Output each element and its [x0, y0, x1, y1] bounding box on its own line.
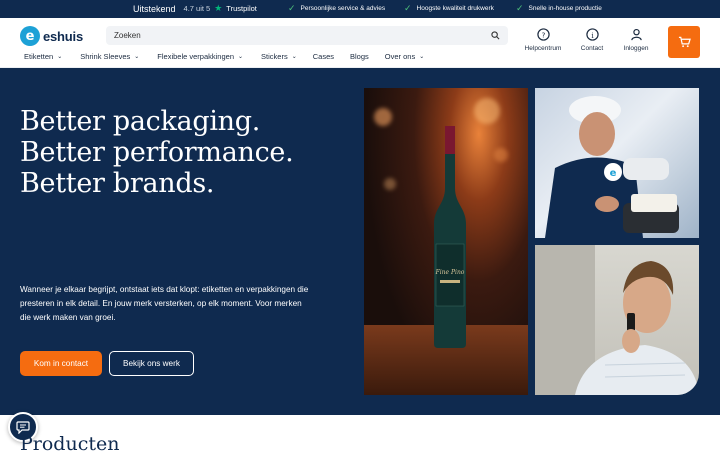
- rating-label: Uitstekend: [133, 3, 176, 14]
- nav-item-stickers[interactable]: Stickers ⌄: [261, 52, 297, 61]
- help-icon: ?: [536, 28, 550, 41]
- section-title: Producten: [20, 433, 120, 455]
- nav-item-etiketten[interactable]: Etiketten ⌄: [24, 52, 62, 61]
- search-bar: [106, 26, 508, 45]
- info-icon: i: [585, 28, 599, 41]
- contact-button[interactable]: Kom in contact: [20, 351, 102, 376]
- chevron-down-icon: ⌄: [291, 54, 297, 60]
- cart-icon: [678, 36, 691, 48]
- user-icon: [630, 28, 642, 41]
- nav-item-flexibele-verpakkingen[interactable]: Flexibele verpakkingen ⌄: [157, 52, 243, 61]
- usp-item: ✓ Hoogste kwaliteit drukwerk: [404, 3, 494, 13]
- rating-score: 4.7 uit 5: [183, 4, 211, 13]
- nav-item-blogs[interactable]: Blogs: [350, 52, 369, 61]
- chevron-down-icon: ⌄: [57, 54, 63, 60]
- svg-text:?: ?: [541, 30, 545, 39]
- top-bar: Uitstekend 4.7 uit 5 ★ Trustpilot ✓ Pers…: [0, 0, 720, 18]
- trustpilot-rating[interactable]: Uitstekend 4.7 uit 5 ★ Trustpilot: [133, 3, 257, 14]
- svg-text:Fine Pino: Fine Pino: [435, 269, 465, 276]
- view-work-button[interactable]: Bekijk ons werk: [109, 351, 194, 376]
- man-on-phone-photo: [535, 245, 699, 395]
- logo-text: eshuis: [43, 28, 83, 44]
- chat-icon: [16, 420, 30, 434]
- usp-item: ✓ Snelle in-house productie: [516, 3, 602, 13]
- nav-item-cases[interactable]: Cases: [313, 52, 334, 61]
- wine-bottle-photo: Fine Pino: [364, 88, 528, 395]
- site-header: e eshuis Etiketten⌄ Shrink Sleeves⌄ Flex…: [0, 18, 720, 68]
- check-icon: ✓: [404, 3, 412, 13]
- svg-text:i: i: [591, 31, 594, 40]
- usp-item: ✓ Persoonlijke service & advies: [288, 3, 386, 13]
- hero-section: Better packaging. Better performance. Be…: [0, 68, 720, 415]
- search-icon[interactable]: [491, 31, 500, 40]
- hero-title: Better packaging. Better performance. Be…: [20, 106, 294, 199]
- login-link[interactable]: Inloggen: [614, 28, 658, 52]
- helpcentrum-link[interactable]: ? Helpcentrum: [521, 28, 565, 52]
- logo[interactable]: e eshuis: [20, 26, 83, 46]
- check-icon: ✓: [288, 3, 296, 13]
- nav-item-shrink-sleeves[interactable]: Shrink Sleeves ⌄: [80, 52, 139, 61]
- nav-item-over-ons[interactable]: Over ons ⌄: [385, 52, 424, 61]
- trustpilot-label: Trustpilot: [226, 4, 257, 13]
- contact-link[interactable]: i Contact: [570, 28, 614, 52]
- trustpilot-star-icon: ★: [214, 3, 223, 13]
- cart-button[interactable]: [668, 26, 700, 58]
- svg-text:e: e: [610, 168, 617, 179]
- check-icon: ✓: [516, 3, 524, 13]
- hero-description: Wanneer je elkaar begrijpt, ontstaat iet…: [20, 285, 309, 322]
- chevron-down-icon: ⌄: [238, 54, 244, 60]
- search-input[interactable]: [106, 31, 476, 40]
- production-worker-photo: e: [535, 88, 699, 238]
- logo-icon: e: [20, 26, 40, 46]
- chevron-down-icon: ⌄: [419, 54, 425, 60]
- main-nav: Etiketten ⌄ Shrink Sleeves ⌄ Flexibele ver…: [24, 52, 424, 61]
- chevron-down-icon: ⌄: [134, 54, 140, 60]
